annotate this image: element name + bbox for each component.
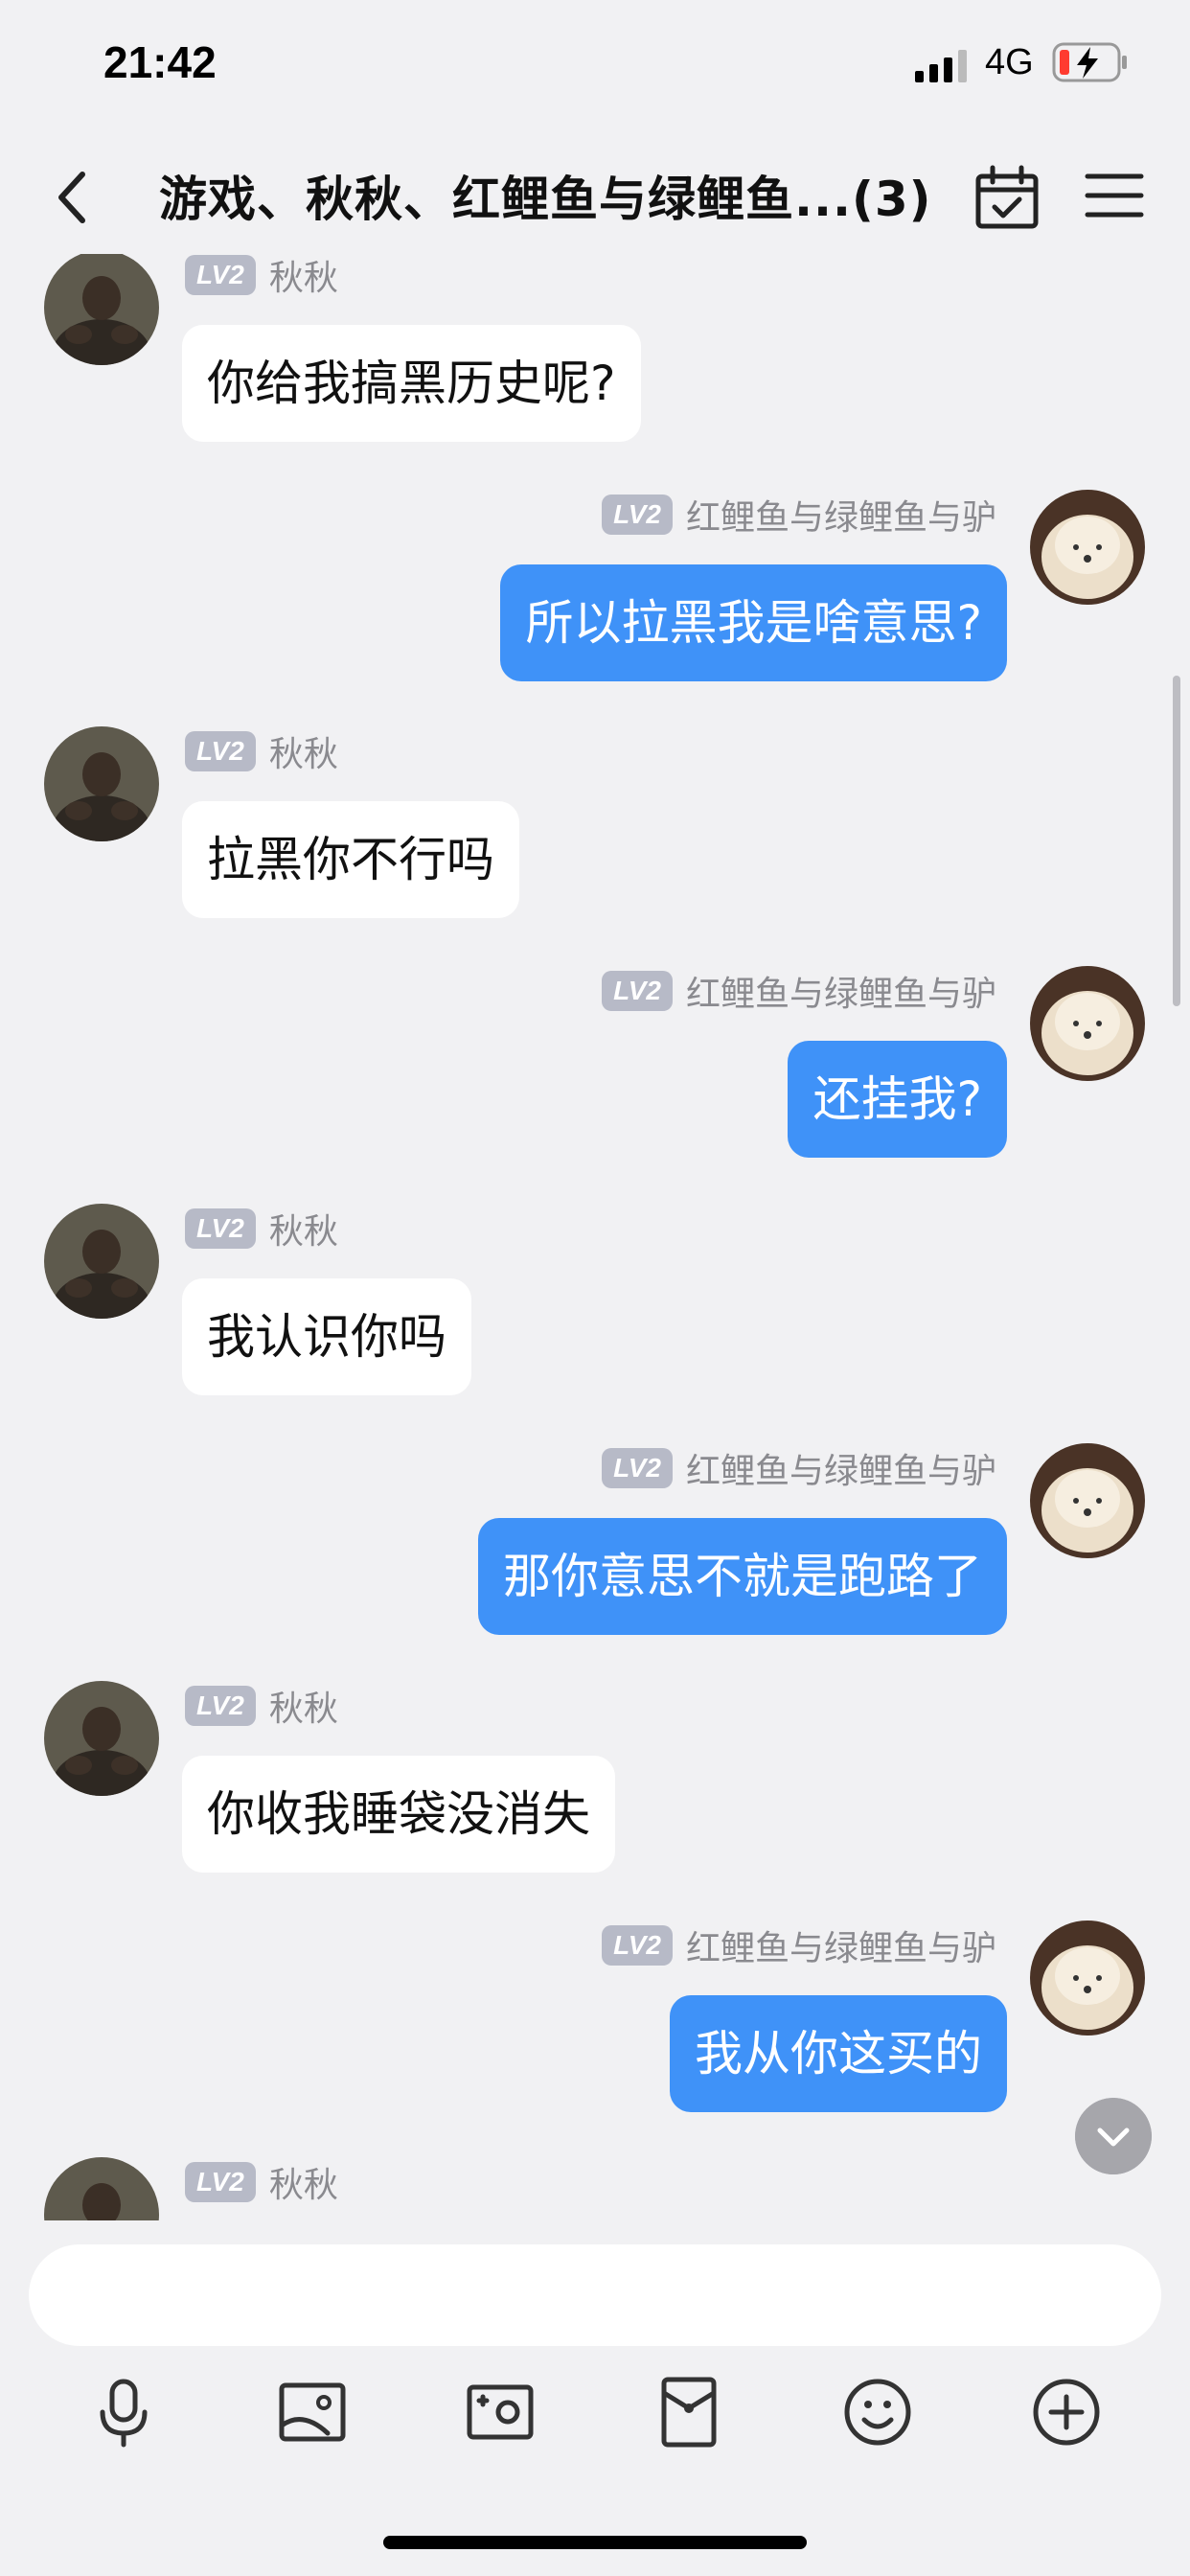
emoji-icon[interactable] — [839, 2374, 916, 2450]
level-badge: LV2 — [185, 255, 256, 295]
avatar-muscle-man-image — [44, 254, 159, 365]
sender-name: 红鲤鱼与绿鲤鱼与驴 — [685, 1929, 996, 1968]
sender-name: 秋秋 — [268, 259, 338, 298]
home-indicator — [383, 2536, 807, 2549]
plus-icon[interactable] — [1028, 2374, 1105, 2450]
message-meta: LV2 红鲤鱼与绿鲤鱼与驴 — [602, 970, 996, 1014]
image-icon[interactable] — [274, 2374, 351, 2450]
level-badge: LV2 — [185, 1686, 256, 1726]
camera-icon[interactable] — [462, 2374, 538, 2450]
sender-name: 红鲤鱼与绿鲤鱼与驴 — [685, 1452, 996, 1491]
self-avatar[interactable] — [1030, 1443, 1145, 1558]
message-meta: LV2 红鲤鱼与绿鲤鱼与驴 — [602, 494, 996, 538]
signal-icon — [915, 50, 967, 82]
message-meta: LV2 红鲤鱼与绿鲤鱼与驴 — [602, 1924, 996, 1968]
level-badge: LV2 — [185, 731, 256, 771]
sender-name: 秋秋 — [268, 1212, 338, 1252]
message-meta: LV2 秋秋 — [185, 1208, 338, 1252]
avatar-white-dog-image — [1030, 1920, 1145, 2036]
message-bubble[interactable]: 我从你这买的 — [670, 1995, 1007, 2112]
menu-icon[interactable] — [1085, 165, 1144, 226]
avatar-white-dog-image — [1030, 490, 1145, 605]
chat-title: 游戏、秋秋、红鲤鱼与绿鲤鱼...(3) — [159, 172, 932, 227]
message-bubble[interactable]: 你收我睡袋没消失 — [182, 1756, 615, 1873]
sender-avatar[interactable] — [44, 1204, 159, 1319]
sender-name: 秋秋 — [268, 1690, 338, 1729]
avatar-muscle-man-image — [44, 1681, 159, 1796]
back-icon[interactable] — [46, 163, 96, 232]
sender-avatar[interactable] — [44, 254, 159, 365]
message-bubble[interactable]: 那你意思不就是跑路了 — [478, 1518, 1007, 1635]
navigation-bar: 游戏、秋秋、红鲤鱼与绿鲤鱼...(3) — [0, 144, 1190, 254]
message-bubble[interactable]: 你给我搞黑历史呢? — [182, 325, 641, 442]
chat-message-list[interactable]: LV2 秋秋 你给我搞黑历史呢? LV2 红鲤鱼与绿鲤鱼与驴 所以拉黑我是啥意思… — [0, 254, 1190, 2220]
sender-avatar[interactable] — [44, 726, 159, 841]
avatar-muscle-man-image — [44, 1204, 159, 1319]
sender-name: 红鲤鱼与绿鲤鱼与驴 — [685, 975, 996, 1014]
network-type: 4G — [985, 42, 1034, 82]
input-panel — [0, 2220, 1190, 2576]
message-meta: LV2 秋秋 — [185, 254, 338, 298]
message-bubble[interactable]: 拉黑你不行吗 — [182, 801, 519, 918]
message-meta: LV2 秋秋 — [185, 1685, 338, 1729]
status-bar: 21:42 4G — [0, 0, 1190, 144]
message-meta: LV2 红鲤鱼与绿鲤鱼与驴 — [602, 1447, 996, 1491]
message-meta: LV2 秋秋 — [185, 2161, 338, 2205]
calendar-check-icon[interactable] — [973, 163, 1041, 232]
message-bubble[interactable]: 我认识你吗 — [182, 1278, 471, 1395]
message-bubble[interactable]: 还挂我? — [788, 1041, 1007, 1158]
battery-charging-icon — [1052, 42, 1127, 82]
avatar-white-dog-image — [1030, 1443, 1145, 1558]
sender-avatar[interactable] — [44, 1681, 159, 1796]
level-badge: LV2 — [185, 2162, 256, 2202]
message-input[interactable] — [29, 2244, 1161, 2346]
red-packet-icon[interactable] — [651, 2374, 727, 2450]
message-meta: LV2 秋秋 — [185, 730, 338, 774]
level-badge: LV2 — [602, 971, 673, 1011]
avatar-muscle-man-image — [44, 2157, 159, 2220]
message-bubble[interactable]: 所以拉黑我是啥意思? — [500, 564, 1007, 681]
level-badge: LV2 — [185, 1208, 256, 1249]
sender-name: 秋秋 — [268, 735, 338, 774]
self-avatar[interactable] — [1030, 1920, 1145, 2036]
self-avatar[interactable] — [1030, 966, 1145, 1081]
level-badge: LV2 — [602, 1925, 673, 1966]
avatar-white-dog-image — [1030, 966, 1145, 1081]
sender-avatar[interactable] — [44, 2157, 159, 2220]
status-time: 21:42 — [103, 37, 217, 87]
scroll-to-bottom-button[interactable] — [1075, 2098, 1152, 2174]
avatar-muscle-man-image — [44, 726, 159, 841]
microphone-icon[interactable] — [85, 2374, 162, 2450]
sender-name: 秋秋 — [268, 2166, 338, 2205]
scrollbar[interactable] — [1173, 676, 1180, 1006]
level-badge: LV2 — [602, 494, 673, 535]
self-avatar[interactable] — [1030, 490, 1145, 605]
level-badge: LV2 — [602, 1448, 673, 1488]
sender-name: 红鲤鱼与绿鲤鱼与驴 — [685, 498, 996, 538]
